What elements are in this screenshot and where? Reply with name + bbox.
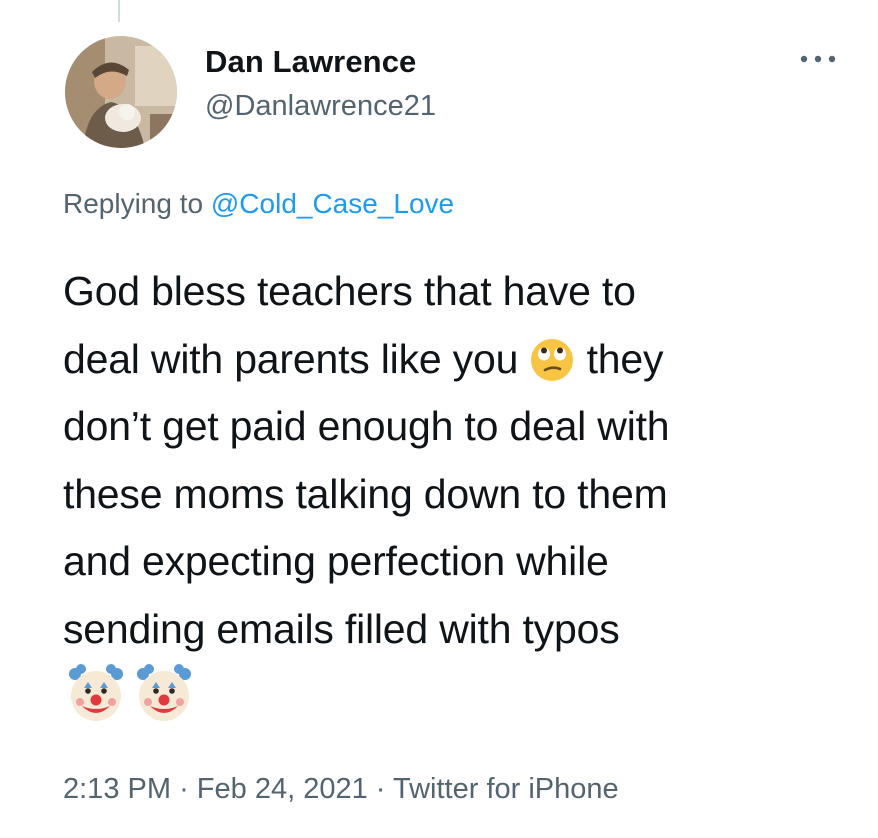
reply-context: Replying to @Cold_Case_Love bbox=[63, 188, 454, 220]
clown-face-icon bbox=[66, 662, 126, 729]
tweet-meta: 2:13 PM · Feb 24, 2021 · Twitter for iPh… bbox=[63, 773, 619, 806]
author-display-name[interactable]: Dan Lawrence bbox=[205, 44, 416, 80]
tweet-line-segment: deal with parents like you bbox=[63, 335, 519, 382]
tweet-line: sending emails filled with typos bbox=[63, 605, 620, 652]
tweet-line: and expecting perfection while bbox=[63, 538, 609, 584]
reply-prefix: Replying to bbox=[63, 188, 204, 219]
tweet-date[interactable]: Feb 24, 2021 bbox=[197, 773, 368, 805]
avatar-photo bbox=[65, 36, 177, 148]
more-options-button[interactable] bbox=[795, 44, 841, 74]
tweet-line-segment: they bbox=[586, 335, 664, 382]
avatar[interactable] bbox=[65, 36, 177, 148]
clown-face-icon bbox=[134, 662, 194, 729]
thread-connector-line bbox=[118, 0, 120, 22]
tweet-source-link[interactable]: Twitter for iPhone bbox=[393, 773, 619, 805]
more-options-icon bbox=[800, 55, 836, 63]
tweet-line: deal with parents like you they bbox=[63, 326, 853, 394]
meta-separator: · bbox=[375, 773, 386, 805]
tweet-line: don’t get paid enough to deal with bbox=[63, 403, 670, 449]
tweet-line: God bless teachers that have to bbox=[63, 268, 636, 314]
reply-mention-link[interactable]: @Cold_Case_Love bbox=[211, 188, 454, 219]
trailing-emoji-row bbox=[66, 662, 194, 729]
meta-separator: · bbox=[179, 773, 189, 805]
tweet-line: these moms talking down to them bbox=[63, 470, 668, 517]
tweet-time[interactable]: 2:13 PM bbox=[63, 773, 171, 805]
face-with-rolling-eyes-icon bbox=[529, 337, 575, 383]
author-handle[interactable]: @Danlawrence21 bbox=[205, 90, 436, 123]
tweet-text: God bless teachers that have to deal wit… bbox=[63, 258, 853, 663]
